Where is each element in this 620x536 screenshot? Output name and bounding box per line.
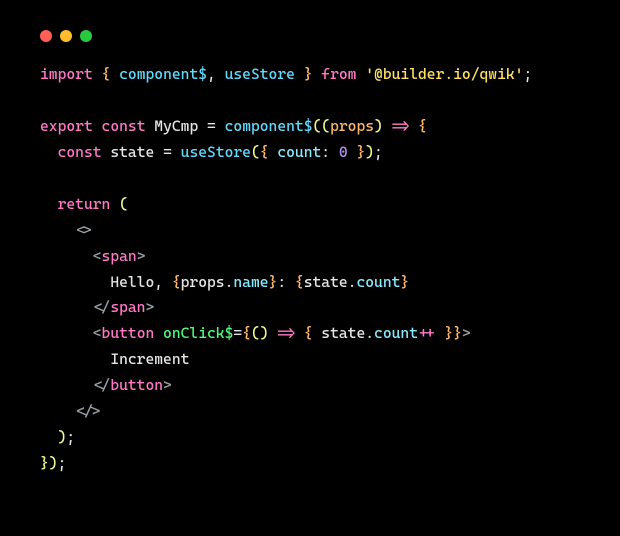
expr-count: count [356,273,400,291]
semicolon: ; [58,454,67,472]
brace: { [304,324,322,342]
brace: } [304,65,313,83]
expr-count: count [374,324,418,342]
number-zero: 0 [339,143,348,161]
maximize-icon[interactable] [80,30,92,42]
fn-usestore: useStore [181,143,251,161]
brace: { [102,65,111,83]
keyword-const: const [58,143,102,161]
expr-brace: } [400,273,409,291]
paren: () [251,324,269,342]
tag-button: button [102,324,155,342]
tag-span: span [102,247,137,265]
semicolon: ; [66,428,75,446]
paren: ) [374,117,383,135]
paren: (( [313,117,331,135]
comma: , [207,65,225,83]
tag-angle: < [93,324,102,342]
attr-onclick: onClick$ [154,324,233,342]
paren: ( [110,195,128,213]
text-colon: : [277,273,295,291]
equals: = [154,143,180,161]
expr-state: state [304,273,348,291]
fragment-close: </> [75,402,101,420]
close-icon[interactable] [40,30,52,42]
expr-state: state [321,324,365,342]
keyword-const: const [102,117,146,135]
tag-angle: > [163,376,172,394]
expr-props: props [181,273,225,291]
tag-angle: </ [93,376,111,394]
arrow: => [383,117,418,135]
code-window: import { component$, useStore } from '@b… [0,0,620,536]
string-package: '@builder.io/qwik' [365,65,523,83]
keyword-import: import [40,65,93,83]
identifier-state: state [110,143,154,161]
semicolon: ; [523,65,532,83]
tag-angle: < [93,247,102,265]
brace: } [348,143,366,161]
import-usestore: useStore [225,65,295,83]
prop-count: count [277,143,321,161]
brace: { [260,143,278,161]
keyword-from: from [321,65,356,83]
dot: . [365,324,374,342]
equals: = [233,324,242,342]
attr-brace: } [453,324,462,342]
semicolon: ; [374,143,383,161]
tag-angle: > [462,324,471,342]
tag-span-close: span [110,298,145,316]
arrow: => [269,324,304,342]
tag-angle: </ [93,298,111,316]
increment-op: ++ [418,324,436,342]
expr-name: name [233,273,268,291]
paren: ( [251,143,260,161]
attr-brace: { [242,324,251,342]
text-hello: Hello, [110,273,172,291]
brace: } [436,324,454,342]
param-props: props [330,117,374,135]
expr-brace: { [172,273,181,291]
code-editor: import { component$, useStore } from '@b… [0,42,620,497]
keyword-export: export [40,117,93,135]
colon: : [321,143,339,161]
tag-angle: > [137,247,146,265]
keyword-return: return [58,195,111,213]
minimize-icon[interactable] [60,30,72,42]
fn-component: component$ [225,117,313,135]
text-increment: Increment [110,350,189,368]
window-titlebar [0,0,620,42]
brace: { [418,117,427,135]
fragment-open: <> [75,221,93,239]
identifier-mycmp: MyCmp [154,117,198,135]
equals: = [198,117,224,135]
expr-brace: { [295,273,304,291]
paren: ) [365,143,374,161]
import-component: component$ [119,65,207,83]
tag-button-close: button [110,376,163,394]
closing-braces: }) [40,454,58,472]
tag-angle: > [145,298,154,316]
